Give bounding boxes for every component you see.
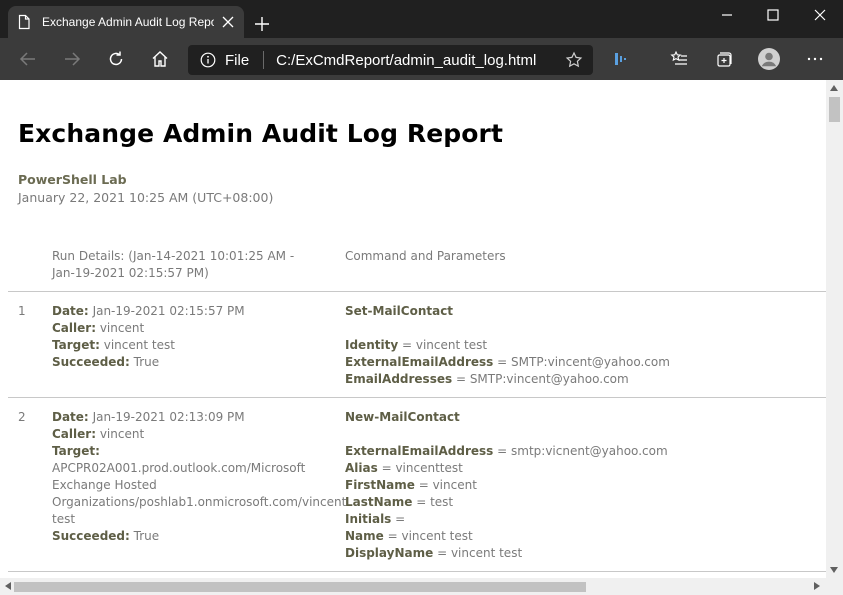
- maximize-icon: [767, 9, 779, 21]
- caller-label: Caller:: [52, 321, 96, 335]
- parameter-line: ExternalEmailAddress = smtp:vicnent@yaho…: [345, 444, 668, 458]
- column-header-run-details: Run Details: (Jan-14-2021 10:01:25 AM - …: [52, 249, 295, 280]
- parameter-line: ExternalEmailAddress = SMTP:vincent@yaho…: [345, 355, 670, 369]
- refresh-icon: [109, 51, 123, 66]
- title-bar: Exchange Admin Audit Log Report: [0, 0, 843, 38]
- entry-succeeded: True: [133, 355, 160, 369]
- settings-menu-button[interactable]: [800, 44, 830, 74]
- close-icon: [814, 9, 826, 21]
- address-bar[interactable]: File C:/ExCmdReport/admin_audit_log.html: [188, 45, 593, 75]
- page-content: Exchange Admin Audit Log Report PowerShe…: [0, 80, 826, 578]
- date-label: Date:: [52, 304, 89, 318]
- home-button[interactable]: [145, 44, 175, 74]
- organization-name: PowerShell Lab: [18, 172, 127, 187]
- vertical-scroll-thumb[interactable]: [829, 97, 840, 122]
- address-scheme-label: File: [225, 51, 250, 69]
- report-title: Exchange Admin Audit Log Report: [18, 119, 504, 148]
- succeeded-label: Succeeded:: [52, 355, 130, 369]
- entry-number: 2: [18, 410, 26, 424]
- target-label: Target:: [52, 444, 100, 458]
- command-name: New-MailContact: [345, 410, 460, 424]
- parameter-line: DisplayName = vincent test: [345, 546, 523, 560]
- parameter-line: Name = vincent test: [345, 529, 473, 543]
- refresh-button[interactable]: [101, 44, 131, 74]
- forward-arrow-icon: [65, 52, 81, 66]
- command-name: Set-MailContact: [345, 304, 454, 318]
- browser-window: Exchange Admin Audit Log Report File C:/…: [0, 0, 843, 595]
- entry-target: vincent test: [103, 338, 175, 352]
- caller-label: Caller:: [52, 427, 96, 441]
- entry-caller: vincent: [99, 321, 145, 335]
- favorites-button[interactable]: [664, 44, 694, 74]
- back-arrow-icon: [19, 52, 35, 66]
- parameter-line: Identity = vincent test: [345, 338, 488, 352]
- scroll-down-icon[interactable]: [827, 563, 841, 577]
- scroll-up-icon[interactable]: [827, 81, 841, 95]
- close-tab-icon[interactable]: [220, 14, 236, 30]
- tab-title: Exchange Admin Audit Log Report: [42, 15, 215, 29]
- page-icon: [16, 14, 32, 30]
- url-text[interactable]: C:/ExCmdReport/admin_audit_log.html: [276, 52, 536, 69]
- address-separator: [263, 51, 265, 69]
- entry-details: Date: Jan-19-2021 02:15:57 PM Caller: vi…: [52, 303, 317, 371]
- star-icon[interactable]: [565, 51, 583, 69]
- collections-button[interactable]: [709, 44, 739, 74]
- scroll-right-icon[interactable]: [810, 579, 824, 593]
- entry-target-line: Exchange Hosted: [52, 478, 157, 492]
- plus-icon: [255, 17, 269, 31]
- entry-succeeded: True: [133, 529, 160, 543]
- entry-command: Set-MailContact Identity = vincent test …: [345, 303, 815, 388]
- parameter-line: FirstName = vincent: [345, 478, 477, 492]
- favorites-list-icon: [670, 50, 687, 65]
- report-date: January 22, 2021 10:25 AM (UTC+08:00): [18, 190, 274, 205]
- extension-button[interactable]: [606, 44, 636, 74]
- table-divider: [8, 397, 826, 398]
- maximize-button[interactable]: [750, 0, 796, 30]
- horizontal-scrollbar[interactable]: [0, 578, 843, 595]
- column-header-command: Command and Parameters: [345, 249, 506, 263]
- close-window-button[interactable]: [797, 0, 843, 30]
- parameter-line: EmailAddresses = SMTP:vincent@yahoo.com: [345, 372, 629, 386]
- home-icon: [152, 51, 168, 67]
- target-label: Target:: [52, 338, 100, 352]
- entry-number: 1: [18, 304, 26, 318]
- table-divider: [8, 291, 826, 292]
- profile-button[interactable]: [754, 44, 784, 74]
- collections-icon: [717, 52, 732, 67]
- entry-target-line: APCPR02A001.prod.outlook.com/Microsoft: [52, 461, 306, 475]
- new-tab-button[interactable]: [250, 12, 274, 36]
- table-divider: [8, 571, 826, 572]
- entry-date: Jan-19-2021 02:13:09 PM: [92, 410, 245, 424]
- info-icon[interactable]: [200, 52, 216, 68]
- entry-date: Jan-19-2021 02:15:57 PM: [92, 304, 245, 318]
- parameter-line: Initials =: [345, 512, 406, 526]
- horizontal-scroll-thumb[interactable]: [14, 582, 586, 592]
- extension-icon: [615, 53, 626, 65]
- date-label: Date:: [52, 410, 89, 424]
- vertical-scrollbar[interactable]: [826, 80, 843, 578]
- entry-command: New-MailContact ExternalEmailAddress = s…: [345, 409, 815, 562]
- parameter-line: Alias = vincenttest: [345, 461, 463, 475]
- back-button[interactable]: [13, 44, 43, 74]
- forward-button[interactable]: [57, 44, 87, 74]
- succeeded-label: Succeeded:: [52, 529, 130, 543]
- entry-details: Date: Jan-19-2021 02:13:09 PM Caller: vi…: [52, 409, 347, 545]
- minimize-icon: [722, 14, 732, 16]
- more-icon: [807, 57, 823, 61]
- entry-caller: vincent: [99, 427, 145, 441]
- active-tab[interactable]: Exchange Admin Audit Log Report: [8, 6, 244, 38]
- entry-target-line: Organizations/poshlab1.onmicrosoft.com/v…: [52, 495, 347, 509]
- entry-target-line: test: [52, 512, 76, 526]
- profile-avatar-icon: [758, 48, 780, 70]
- minimize-button[interactable]: [704, 0, 750, 30]
- parameter-line: LastName = test: [345, 495, 454, 509]
- scroll-left-icon[interactable]: [1, 579, 15, 593]
